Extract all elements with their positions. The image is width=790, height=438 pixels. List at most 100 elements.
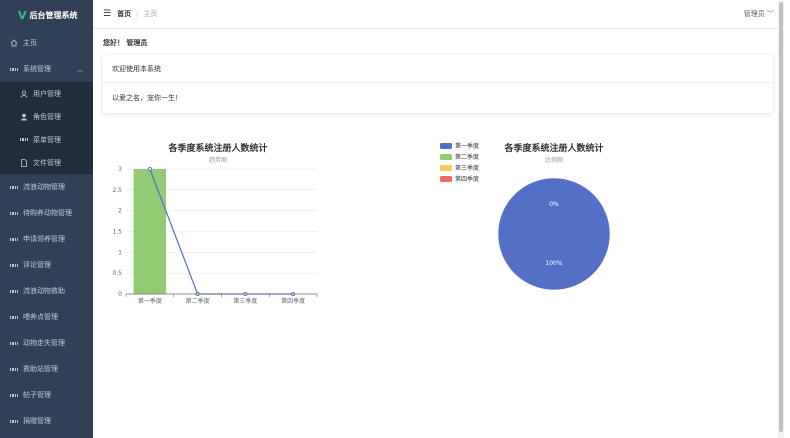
pie-label: 100% (545, 260, 562, 267)
grid-icon (10, 391, 18, 399)
notice-card: 欢迎使用本系统 以爱之名，宠你一生！ (103, 55, 773, 113)
sidebar-item-system[interactable]: 系统管理 ︿ (0, 56, 93, 82)
pie-chart: 0% 100% (497, 177, 611, 291)
scrollbar-thumb[interactable] (779, 2, 783, 432)
user-dropdown[interactable]: 管理员 ﹀ (744, 9, 774, 19)
sidebar-item-label: 流浪动物管理 (23, 183, 65, 191)
x-tick-label: 第三季度 (233, 297, 257, 305)
bar (133, 169, 167, 294)
scrollbar[interactable] (778, 0, 784, 438)
submenu-system: 用户管理 角色管理 菜单管理 文件管理 (0, 82, 93, 174)
grid-icon (10, 235, 18, 243)
grid-icon (10, 65, 18, 73)
app-title: 后台管理系统 (29, 10, 78, 20)
sidebar-item-stray-animals[interactable]: 流浪动物管理 (0, 174, 93, 200)
legend-label: 第三季度 (455, 164, 479, 172)
sidebar-item-comments[interactable]: 评论管理 (0, 252, 93, 278)
breadcrumb-home[interactable]: 首页 (117, 9, 131, 19)
sidebar-item-label: 文件管理 (33, 158, 61, 167)
x-tick-label: 第一季度 (138, 297, 162, 305)
sidebar-item-posts[interactable]: 帖子管理 (0, 382, 93, 408)
grid-icon (10, 209, 18, 217)
grid-icon (10, 261, 18, 269)
y-tick-label: 2 (118, 208, 122, 215)
user-icon (20, 89, 28, 98)
sidebar-item-adoption-requests[interactable]: 申请领养管理 (0, 226, 93, 252)
legend-swatch (440, 176, 452, 182)
breadcrumb-separator: / (136, 10, 139, 18)
y-tick-label: 0 (118, 291, 122, 298)
sidebar-item-rescue-stations[interactable]: 救助站管理 (0, 356, 93, 382)
sidebar-item-label: 主页 (23, 39, 37, 47)
sidebar-item-users[interactable]: 用户管理 (0, 82, 93, 105)
home-icon (10, 39, 18, 47)
y-tick-label: 1 (118, 249, 122, 256)
y-tick-label: 3 (118, 166, 122, 173)
sidebar-item-label: 流浪动物救助 (23, 287, 65, 295)
charts-area: 各季度系统注册人数统计 趋势图 00.511.522.53第一季度 第二季度 第三季… (112, 142, 611, 305)
x-tick-label: 第四季度 (281, 297, 305, 305)
app-logo[interactable]: V 后台管理系统 (0, 0, 93, 30)
sidebar-item-label: 菜单管理 (33, 135, 61, 144)
user-name: 管理员 (743, 10, 765, 18)
pie-label: 0% (549, 201, 559, 208)
legend-swatch (440, 165, 452, 171)
sidebar-item-adoptable-animals[interactable]: 待购养动物管理 (0, 200, 93, 226)
legend-label: 第一季度 (455, 142, 479, 150)
grid-icon (10, 365, 18, 373)
sidebar-item-label: 帖子管理 (23, 391, 51, 399)
sidebar-item-label: 动物走失管理 (23, 339, 65, 347)
document-icon (20, 158, 28, 167)
chevron-up-icon: ︿ (76, 66, 83, 74)
bar-chart-title: 各季度系统注册人数统计 (167, 142, 267, 154)
grid-icon (10, 183, 18, 191)
sidebar-item-label: 救助站管理 (23, 365, 58, 373)
pie-slice (497, 177, 611, 291)
x-tick-label: 第二季度 (186, 297, 210, 305)
sidebar-item-home[interactable]: 主页 (0, 30, 93, 56)
user-filled-icon (20, 113, 28, 121)
sidebar-item-menus[interactable]: 菜单管理 (0, 128, 93, 151)
y-tick-label: 2.5 (112, 187, 122, 194)
grid-icon (10, 287, 18, 295)
pie-legend: 第一季度第二季度第三季度第四季度 (440, 142, 479, 183)
sidebar-item-lost-animals[interactable]: 动物走失管理 (0, 330, 93, 356)
notice-title: 欢迎使用本系统 (103, 55, 773, 83)
chevron-down-icon: ﹀ (767, 10, 774, 18)
sidebar-item-label: 系统管理 (23, 65, 51, 73)
legend-label: 第二季度 (455, 153, 479, 161)
breadcrumb-current: 主页 (143, 10, 158, 18)
grid-icon (10, 417, 18, 425)
sidebar-item-roles[interactable]: 角色管理 (0, 105, 93, 128)
navbar: ☰ 首页 / 主页 管理员 ﹀ (93, 0, 784, 29)
sidebar-item-label: 捐赠管理 (23, 417, 51, 425)
main-content: ☰ 首页 / 主页 管理员 ﹀ 您好！ 管理员 欢迎使用本系统 以爱之名，宠你一… (93, 0, 784, 438)
greeting: 您好！ 管理员 (103, 39, 148, 47)
legend-swatch (440, 154, 452, 160)
sidebar-item-label: 喂养点管理 (23, 313, 58, 321)
sidebar-item-label: 用户管理 (33, 89, 61, 98)
grid-icon (10, 339, 18, 347)
sidebar-item-feeding-points[interactable]: 喂养点管理 (0, 304, 93, 330)
y-tick-label: 1.5 (112, 229, 122, 236)
pie-chart-title: 各季度系统注册人数统计 (503, 142, 603, 154)
notice-body: 以爱之名，宠你一生！ (112, 94, 182, 102)
sidebar-item-label: 评论管理 (23, 261, 51, 269)
grid-icon (20, 136, 28, 144)
sidebar-item-label: 角色管理 (33, 112, 61, 121)
sidebar-item-label: 申请领养管理 (23, 235, 65, 243)
sidebar-item-rescue[interactable]: 流浪动物救助 (0, 278, 93, 304)
sidebar: V 后台管理系统 主页 系统管理 ︿ 用户管理 角色管理 菜单管理 文件管理 流… (0, 0, 93, 438)
y-tick-label: 0.5 (112, 270, 122, 277)
sidebar-item-donations[interactable]: 捐赠管理 (0, 408, 93, 434)
bar-chart-bars (133, 169, 167, 294)
bar-chart-subtitle: 趋势图 (209, 156, 227, 164)
sidebar-item-files[interactable]: 文件管理 (0, 151, 93, 174)
sidebar-item-label: 待购养动物管理 (23, 209, 72, 217)
line-point (147, 166, 152, 172)
legend-swatch (440, 143, 452, 149)
legend-label: 第四季度 (455, 175, 479, 183)
hamburger-icon[interactable]: ☰ (103, 9, 111, 19)
vue-logo-icon: V (18, 8, 27, 22)
pie-chart-subtitle: 比例图 (545, 156, 563, 164)
